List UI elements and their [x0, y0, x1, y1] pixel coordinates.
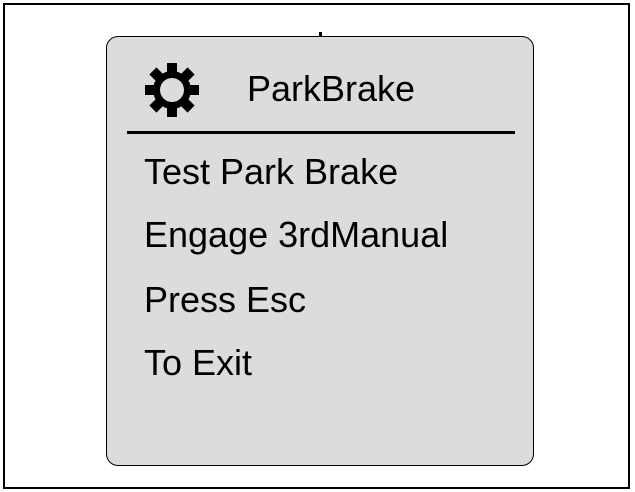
message-line-3: Press Esc	[144, 279, 307, 320]
header-divider	[127, 131, 515, 134]
panel-header: ParkBrake	[107, 37, 533, 134]
message-line-4: To Exit	[144, 342, 253, 383]
display-panel: ParkBrake Test Park Brake Engage 3rdManu…	[106, 36, 534, 466]
gear-icon	[145, 63, 199, 117]
screen-title: ParkBrake	[247, 68, 416, 109]
message-line-1: Test Park Brake	[144, 151, 399, 192]
message-line-2: Engage 3rdManual	[144, 214, 449, 255]
